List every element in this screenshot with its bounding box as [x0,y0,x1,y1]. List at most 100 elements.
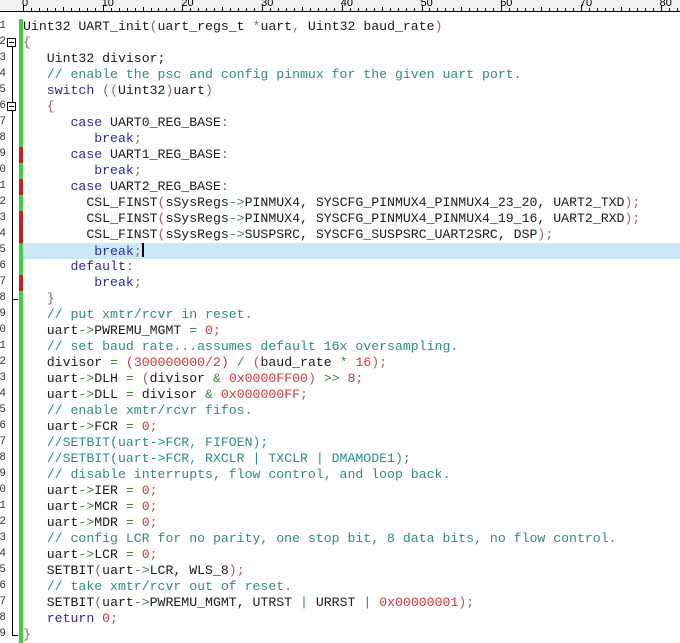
operator: & [205,387,213,402]
code-line[interactable]: divisor = (300000000/2) / (baud_rate * 1… [23,355,680,371]
comment: //SETBIT(uart->FCR, RXCLR | TXCLR | DMAM… [46,451,411,466]
code-line[interactable]: // take xmtr/rcvr out of reset. [23,579,680,595]
code-line[interactable]: Uint32 divisor; [23,51,680,67]
code-line[interactable]: uart->IER = 0; [23,483,680,499]
code-line[interactable]: // enable xmtr/rcvr fifos. [23,403,680,419]
code-text: uart [260,19,293,34]
operator: -> [78,547,95,562]
operator: -> [78,499,95,514]
fold-end-marker [12,299,18,300]
code-line[interactable]: CSL_FINST(sSysRegs->SUSPSRC, SYSCFG_SUSP… [23,227,680,243]
unsaved-change-marker [19,227,23,243]
line-number: 5 [0,244,6,256]
line-number: 9 [0,308,6,320]
ruler-tick [413,8,415,11]
code-line[interactable]: break; [23,163,680,179]
code-line[interactable]: uart->DLH = (divisor & 0x0000FF00) >> 8; [23,371,680,387]
code-line[interactable]: } [23,291,680,307]
code-line[interactable]: // disable interrupts, flow control, and… [23,467,680,483]
line-number: 5 [0,404,6,416]
ruler-tick [644,8,646,11]
ruler-tick [477,8,479,11]
code-line[interactable]: break; [23,275,680,291]
code-editor[interactable]: Uint32 UART_init(uart_regs_t *uart, Uint… [23,12,680,642]
current-code-line[interactable]: break; [23,243,680,259]
line-number: 0 [0,324,6,336]
fold-collapse-icon[interactable] [7,38,16,47]
code-line[interactable]: case UART1_REG_BASE: [23,147,680,163]
unsaved-change-marker [19,211,23,227]
code-line[interactable]: case UART2_REG_BASE: [23,179,680,195]
code-line[interactable]: break; [23,131,680,147]
ruler-tick [397,8,399,11]
line-number: 6 [0,100,6,112]
code-line[interactable]: uart->FCR = 0; [23,419,680,435]
code-line[interactable]: SETBIT(uart->LCR, WLS_8); [23,563,680,579]
code-line[interactable]: uart->LCR = 0; [23,547,680,563]
code-line[interactable]: //SETBIT(uart->FCR, RXCLR | TXCLR | DMAM… [23,451,680,467]
ruler-tick [86,8,88,11]
code-line[interactable]: CSL_FINST(sSysRegs->PINMUX4, SYSCFG_PINM… [23,211,680,227]
code-line[interactable]: case UART0_REG_BASE: [23,115,680,131]
line-number: 4 [0,228,6,240]
punctuation: ; [355,371,364,386]
code-line[interactable]: uart->MCR = 0; [23,499,680,515]
ruler-tick [46,8,48,11]
ruler-tick [134,8,136,11]
code-line[interactable]: { [23,35,680,51]
unsaved-change-marker [19,147,23,163]
code-line[interactable]: // set baud rate...assumes default 16x o… [23,339,680,355]
code-line[interactable]: // config LCR for no parity, one stop bi… [23,531,680,547]
code-line[interactable]: { [23,99,680,115]
code-line[interactable]: } [23,627,680,643]
punctuation: ; [133,275,142,290]
code-line[interactable]: uart->DLL = divisor & 0x000000FF; [23,387,680,403]
punctuation: (( [102,83,118,98]
operator: = [125,515,134,530]
code-line[interactable]: SETBIT(uart->PWREMU_MGMT, UTRST | URRST … [23,595,680,611]
saved-change-marker [19,99,23,115]
line-number: 2 [0,196,6,208]
number-literal: 0 [141,515,150,530]
ruler-tick [158,8,160,11]
code-text: LCR, WLS_8 [149,563,229,578]
code-line[interactable]: switch ((Uint32)uart) [23,83,680,99]
ruler-tick [293,8,295,11]
operator: -> [133,595,150,610]
code-line[interactable]: Uint32 UART_init(uart_regs_t *uart, Uint… [23,19,680,35]
line-number: 4 [0,388,6,400]
comment: // disable interrupts, flow control, and… [46,467,451,482]
ruler-tick [389,8,391,11]
code-text: sSysRegs [165,211,229,226]
code-line[interactable]: CSL_FINST(sSysRegs->PINMUX4, SYSCFG_PINM… [23,195,680,211]
operator: -> [228,195,245,210]
punctuation: ; [149,547,158,562]
saved-change-marker [19,531,23,547]
ruler-tick [246,8,248,11]
ruler-tick [405,8,407,11]
code-text: Uint32 UART_init [23,19,150,34]
punctuation: ); [624,195,641,210]
number-literal: 0 [205,323,213,338]
code-line[interactable]: default: [23,259,680,275]
line-number: 4 [0,68,6,80]
ruler-tick [309,8,311,11]
saved-change-marker [19,515,23,531]
ruler-tick [174,8,176,11]
saved-change-marker [19,323,23,339]
code-text: uart [46,499,79,514]
code-line[interactable]: //SETBIT(uart->FCR, FIFOEN); [23,435,680,451]
code-line[interactable]: return 0; [23,611,680,627]
code-line[interactable]: uart->MDR = 0; [23,515,680,531]
fold-collapse-icon[interactable] [7,102,16,111]
operator: = [125,547,134,562]
operator: | [300,595,308,610]
code-line[interactable]: // enable the psc and config pinmux for … [23,67,680,83]
code-line[interactable]: uart->PWREMU_MGMT = 0; [23,323,680,339]
line-number-gutter: 1 2 3 4 5 6 7 8 9 0 1 2 3 4 5 6 7 8 9 0 1 2 3 4 5 6 7 8 9 0 1 2 3 4 5 6 7 8 9 [0,12,20,640]
ruler-tick [94,8,96,11]
code-line[interactable]: // put xmtr/rcvr in reset. [23,307,680,323]
